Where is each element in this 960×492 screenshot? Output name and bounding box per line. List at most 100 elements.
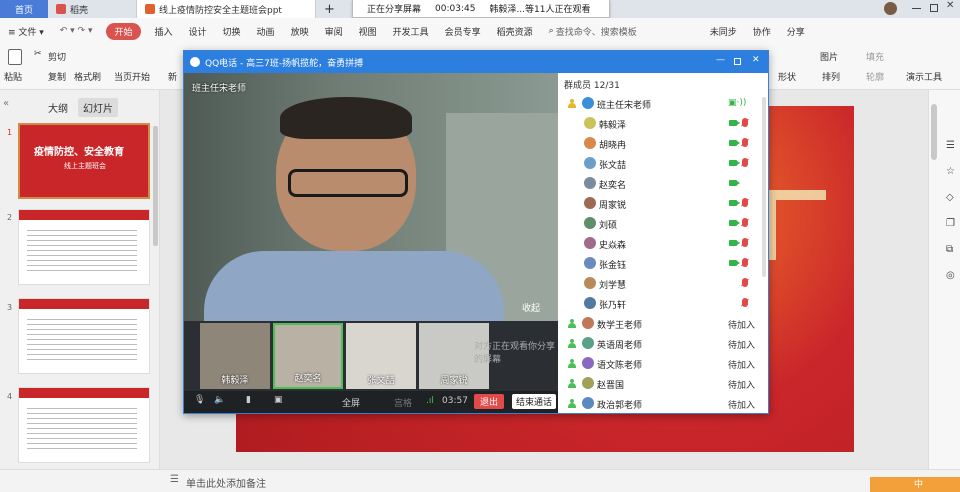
notes-placeholder[interactable]: 单击此处添加备注: [186, 475, 266, 490]
tab-docer[interactable]: 稻壳: [48, 0, 136, 18]
fill-button[interactable]: 填充: [866, 50, 884, 63]
slide-thumbnail[interactable]: [18, 209, 150, 285]
menu-item[interactable]: 动画: [249, 25, 283, 38]
main-video[interactable]: 班主任宋老师 收起: [184, 73, 558, 321]
share-screen-icon[interactable]: ▣: [274, 395, 283, 405]
menu-item[interactable]: 开发工具: [385, 25, 437, 38]
participant-strip: 韩毅泽 赵奕名 张文喆 周家锐 对方正在观看你分享的屏幕: [184, 321, 558, 391]
new-tab-button[interactable]: +: [316, 0, 343, 18]
collapse-icon[interactable]: «: [3, 98, 9, 109]
tab-slides[interactable]: 幻灯片: [78, 98, 118, 117]
scroll-track[interactable]: [931, 104, 937, 160]
menu-item[interactable]: 稻壳资源: [489, 25, 541, 38]
from-current-button[interactable]: 当页开始: [114, 70, 150, 83]
member-scrollbar[interactable]: [762, 97, 766, 277]
slide-thumbnail[interactable]: [18, 387, 150, 463]
close-icon[interactable]: ✕: [946, 0, 954, 11]
participant-video[interactable]: 韩毅泽: [200, 323, 270, 389]
member-row[interactable]: 张乃轩: [558, 294, 768, 314]
fullscreen-button[interactable]: 全屏: [342, 396, 360, 409]
copy-button[interactable]: 复制: [48, 70, 66, 83]
grid-button[interactable]: 宫格: [394, 396, 412, 409]
microphone-icon[interactable]: 🎙: [194, 395, 205, 405]
slide-number: 4: [7, 392, 13, 401]
camera-on-icon: [729, 180, 740, 186]
member-name: 刘学慧: [599, 281, 627, 291]
member-row[interactable]: 语文陈老师 待加入: [558, 354, 768, 374]
collab-button[interactable]: 协作: [745, 25, 779, 38]
copy-icon[interactable]: ❐: [946, 218, 955, 229]
menu-item[interactable]: 设计: [181, 25, 215, 38]
menu-item[interactable]: 插入: [147, 25, 181, 38]
paste-button[interactable]: 粘贴: [4, 70, 22, 83]
camera-on-icon: [729, 120, 740, 126]
command-search[interactable]: 查找命令、搜索模板: [556, 25, 702, 38]
qq-titlebar[interactable]: QQ电话 - 高三7班-扬帆揽舵，奋勇拼搏 — ✕: [184, 51, 768, 73]
member-row[interactable]: 班主任宋老师 ▣·)): [558, 94, 768, 114]
ime-indicator[interactable]: 中: [870, 477, 960, 492]
presenter-tools-button[interactable]: 演示工具: [906, 70, 942, 83]
member-row[interactable]: 英语周老师 待加入: [558, 334, 768, 354]
participant-video[interactable]: 赵奕名: [273, 323, 343, 389]
paste-icon[interactable]: [8, 49, 22, 65]
member-row[interactable]: 政治郭老师 待加入: [558, 394, 768, 414]
participant-video[interactable]: 张文喆: [346, 323, 416, 389]
member-row[interactable]: 刘学慧: [558, 274, 768, 294]
undo-icon[interactable]: ↶ ▾ ↷ ▾: [52, 26, 101, 36]
crop-icon[interactable]: ⧉: [946, 244, 953, 255]
maximize-icon[interactable]: [734, 58, 741, 65]
member-row[interactable]: 赵奕名: [558, 174, 768, 194]
tab-outline[interactable]: 大纲: [48, 100, 68, 115]
mic-muted-icon: [742, 298, 748, 307]
panel-scrollbar[interactable]: [153, 126, 158, 246]
cut-button[interactable]: 剪切: [48, 50, 66, 63]
member-row[interactable]: 张文喆: [558, 154, 768, 174]
arrange-button[interactable]: 排列: [822, 70, 840, 83]
slide-thumbnail[interactable]: 疫情防控、安全教育 线上主题班会: [18, 123, 150, 199]
location-icon[interactable]: ◎: [946, 270, 955, 281]
slide-thumbnail[interactable]: [18, 298, 150, 374]
member-row[interactable]: 张金钰: [558, 254, 768, 274]
format-painter-button[interactable]: 格式刷: [74, 70, 101, 83]
thumb-lines: [27, 404, 137, 452]
pending-status: 待加入: [728, 381, 756, 391]
avatar[interactable]: [884, 2, 897, 15]
collapse-button[interactable]: 收起: [522, 301, 540, 314]
minimize-icon[interactable]: [912, 8, 921, 9]
properties-icon[interactable]: ☰: [946, 140, 955, 151]
member-row[interactable]: 周家锐: [558, 194, 768, 214]
member-row[interactable]: 韩毅泽: [558, 114, 768, 134]
menu-item[interactable]: 审阅: [317, 25, 351, 38]
image-button[interactable]: 图片: [820, 50, 838, 63]
close-icon[interactable]: ✕: [752, 55, 760, 65]
speaker-icon[interactable]: 🔈: [214, 395, 225, 405]
end-call-button[interactable]: 结束通话: [512, 394, 557, 409]
member-name: 赵晋国: [597, 381, 625, 391]
menu-item[interactable]: 会员专享: [437, 25, 489, 38]
member-row[interactable]: 胡晓冉: [558, 134, 768, 154]
member-name: 周家锐: [599, 201, 627, 211]
member-row[interactable]: 赵晋国 待加入: [558, 374, 768, 394]
menu-item[interactable]: 视图: [351, 25, 385, 38]
tab-home[interactable]: 首页: [0, 0, 48, 18]
star-icon[interactable]: ☆: [946, 166, 955, 177]
member-row[interactable]: 刘硕: [558, 214, 768, 234]
outline-button[interactable]: 轮廓: [866, 70, 884, 83]
maximize-icon[interactable]: [930, 4, 938, 12]
new-slide-button[interactable]: 新: [168, 70, 177, 83]
pending-status: 待加入: [728, 361, 756, 371]
leave-button[interactable]: 退出: [474, 394, 505, 409]
member-row[interactable]: 数学王老师 待加入: [558, 314, 768, 334]
menu-file[interactable]: ≡ 文件 ▾: [0, 25, 52, 38]
shape-icon[interactable]: ◇: [946, 192, 954, 203]
share-button[interactable]: 分享: [779, 25, 813, 38]
tab-document[interactable]: 线上疫情防控安全主题班会ppt: [136, 0, 316, 18]
minimize-icon[interactable]: —: [716, 55, 725, 65]
menu-item[interactable]: 放映: [283, 25, 317, 38]
unsync-button[interactable]: 未同步: [702, 25, 745, 38]
menu-start[interactable]: 开始: [106, 22, 141, 40]
menu-item[interactable]: 切换: [215, 25, 249, 38]
camera-icon[interactable]: ▮: [246, 395, 251, 405]
shape-button[interactable]: 形状: [778, 70, 796, 83]
member-row[interactable]: 史焱森: [558, 234, 768, 254]
